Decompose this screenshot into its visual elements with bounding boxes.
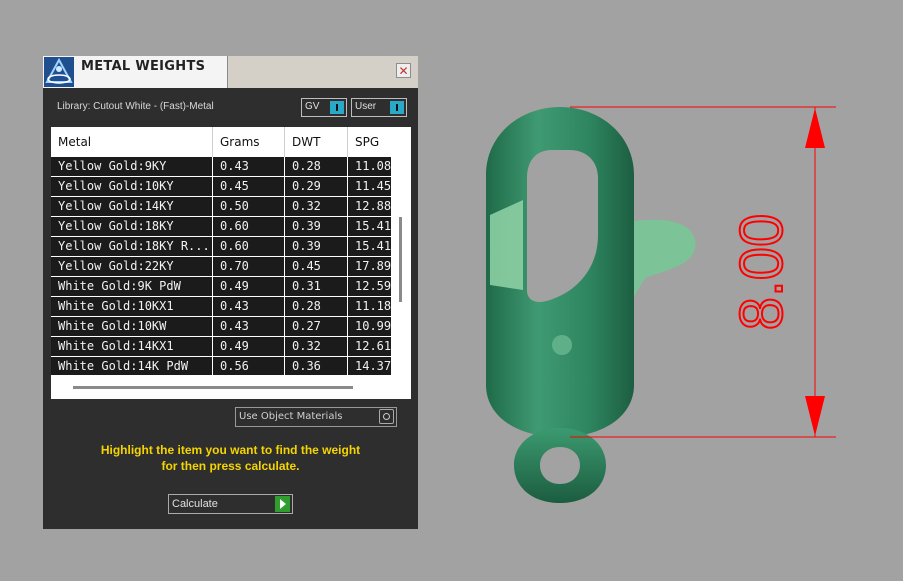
cell-spg: 15.41 [355, 239, 391, 253]
table-row[interactable]: White Gold:14K PdW 0.56 0.36 14.37 [51, 357, 391, 375]
cell-spg: 11.08 [355, 159, 391, 173]
cell-metal: White Gold:14K PdW [58, 359, 189, 373]
radio-toggle-icon [379, 409, 394, 424]
cell-dwt: 0.32 [292, 199, 321, 213]
cell-grams: 0.49 [220, 279, 249, 293]
table-row[interactable]: White Gold:14KX1 0.49 0.32 12.61 [51, 337, 391, 356]
cell-metal: White Gold:10KX1 [58, 299, 174, 313]
use-object-materials-label: Use Object Materials [239, 411, 343, 422]
title-tab: METAL WEIGHTS [43, 56, 228, 88]
cell-dwt: 0.36 [292, 359, 321, 373]
cell-dwt: 0.32 [292, 339, 321, 353]
table-row[interactable]: Yellow Gold:14KY 0.50 0.32 12.88 [51, 197, 391, 216]
cell-grams: 0.45 [220, 179, 249, 193]
cell-grams: 0.49 [220, 339, 249, 353]
metal-table: Metal Grams DWT SPG Yellow Gold:9KY 0.43… [51, 127, 411, 399]
clasp-rivet [552, 335, 572, 355]
cell-grams: 0.60 [220, 219, 249, 233]
table-row[interactable]: Yellow Gold:9KY 0.43 0.28 11.08 [51, 157, 391, 176]
cell-dwt: 0.39 [292, 219, 321, 233]
table-row[interactable]: White Gold:10KW 0.43 0.27 10.99 [51, 317, 391, 336]
cell-dwt: 0.28 [292, 159, 321, 173]
cell-spg: 10.99 [355, 319, 391, 333]
cell-grams: 0.43 [220, 299, 249, 313]
cell-spg: 14.37 [355, 359, 391, 373]
cell-dwt: 0.29 [292, 179, 321, 193]
cell-metal: Yellow Gold:18KY R... [58, 239, 210, 253]
table-body: Yellow Gold:9KY 0.43 0.28 11.08 Yellow G… [51, 157, 391, 375]
instructions-text: Highlight the item you want to find the … [53, 442, 408, 474]
cell-spg: 11.45 [355, 179, 391, 193]
toggle-switch-icon [390, 101, 404, 114]
cell-metal: White Gold:10KW [58, 319, 167, 333]
clasp-gate [490, 200, 523, 290]
cell-grams: 0.70 [220, 259, 249, 273]
use-object-materials-toggle[interactable]: Use Object Materials [235, 407, 397, 427]
cell-grams: 0.56 [220, 359, 249, 373]
instructions-line-1: Highlight the item you want to find the … [100, 443, 361, 457]
3d-viewport[interactable]: 8.00 [430, 0, 903, 581]
cell-metal: Yellow Gold:10KY [58, 179, 174, 193]
gv-toggle-label: GV [305, 101, 320, 112]
cell-dwt: 0.28 [292, 299, 321, 313]
vertical-scrollbar[interactable] [393, 127, 411, 375]
dimension-value: 8.00 [728, 214, 795, 331]
cell-dwt: 0.39 [292, 239, 321, 253]
cell-dwt: 0.45 [292, 259, 321, 273]
instructions-line-2: for then press calculate. [161, 459, 300, 473]
cell-spg: 12.59 [355, 279, 391, 293]
cell-grams: 0.60 [220, 239, 249, 253]
cell-metal: Yellow Gold:22KY [58, 259, 174, 273]
header-spg[interactable]: SPG [348, 127, 391, 157]
table-row[interactable]: White Gold:10KX1 0.43 0.28 11.18 [51, 297, 391, 316]
header-grams[interactable]: Grams [213, 127, 284, 157]
cell-grams: 0.50 [220, 199, 249, 213]
table-row[interactable]: Yellow Gold:10KY 0.45 0.29 11.45 [51, 177, 391, 196]
cell-spg: 17.89 [355, 259, 391, 273]
app-logo-icon [44, 57, 74, 87]
cell-spg: 12.88 [355, 199, 391, 213]
table-header: Metal Grams DWT SPG [51, 127, 391, 157]
title-bar[interactable]: METAL WEIGHTS ✕ [43, 56, 418, 88]
calculate-label: Calculate [172, 498, 218, 510]
table-row[interactable]: White Gold:9K PdW 0.49 0.31 12.59 [51, 277, 391, 296]
cell-dwt: 0.27 [292, 319, 321, 333]
close-button[interactable]: ✕ [396, 63, 411, 78]
cell-metal: White Gold:14KX1 [58, 339, 174, 353]
gv-toggle[interactable]: GV [301, 98, 347, 117]
cell-spg: 11.18 [355, 299, 391, 313]
table-row[interactable]: Yellow Gold:18KY R... 0.60 0.39 15.41 [51, 237, 391, 256]
library-label: Library: Cutout White - (Fast)-Metal [57, 101, 214, 112]
cell-metal: Yellow Gold:14KY [58, 199, 174, 213]
cell-spg: 15.41 [355, 219, 391, 233]
cell-dwt: 0.31 [292, 279, 321, 293]
cell-grams: 0.43 [220, 319, 249, 333]
play-arrow-icon [275, 496, 290, 512]
toggle-switch-icon [330, 101, 344, 114]
header-metal[interactable]: Metal [51, 127, 212, 157]
cell-metal: White Gold:9K PdW [58, 279, 181, 293]
cell-metal: Yellow Gold:18KY [58, 219, 174, 233]
cell-spg: 12.61 [355, 339, 391, 353]
clasp-ring [514, 428, 606, 503]
panel-title: METAL WEIGHTS [81, 59, 206, 74]
header-dwt[interactable]: DWT [285, 127, 347, 157]
horizontal-scroll-thumb[interactable] [73, 386, 353, 389]
cell-metal: Yellow Gold:9KY [58, 159, 167, 173]
calculate-button[interactable]: Calculate [168, 494, 293, 514]
user-toggle[interactable]: User [351, 98, 407, 117]
table-row[interactable]: Yellow Gold:22KY 0.70 0.45 17.89 [51, 257, 391, 276]
vertical-scroll-thumb[interactable] [399, 217, 402, 302]
close-icon: ✕ [398, 64, 409, 78]
table-row[interactable]: Yellow Gold:18KY 0.60 0.39 15.41 [51, 217, 391, 236]
user-toggle-label: User [355, 101, 377, 112]
cell-grams: 0.43 [220, 159, 249, 173]
metal-weights-panel: METAL WEIGHTS ✕ Library: Cutout White - … [43, 56, 418, 529]
